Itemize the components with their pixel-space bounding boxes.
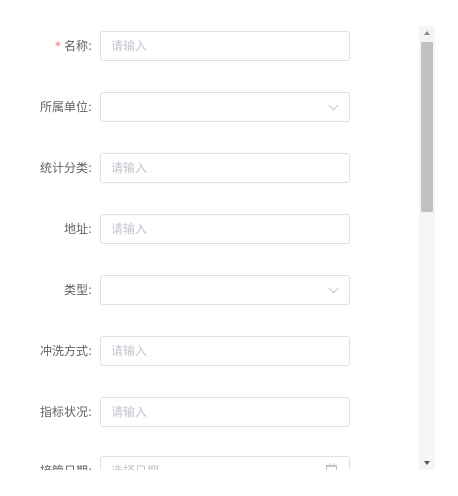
name-label-text: 名称: bbox=[63, 39, 92, 53]
vertical-scrollbar[interactable] bbox=[419, 26, 435, 470]
name-input-placeholder: 请输入 bbox=[111, 39, 148, 53]
indicator-status-input[interactable]: 请输入 bbox=[100, 397, 350, 427]
name-label: * 名称: bbox=[55, 31, 92, 61]
form: * 名称: 请输入 所属单位: 统计分类: 请输入 地址: 请输入 类型: 冲洗… bbox=[0, 0, 420, 470]
address-input[interactable]: 请输入 bbox=[100, 214, 350, 244]
form-row-stat-category: 统计分类: 请输入 bbox=[0, 153, 420, 183]
flush-method-input-placeholder: 请输入 bbox=[111, 344, 148, 358]
form-row-takeover-date: 接管日期: 选择日期 bbox=[0, 456, 420, 470]
form-row-unit: 所属单位: bbox=[0, 92, 420, 122]
type-select[interactable] bbox=[100, 275, 350, 305]
address-label: 地址: bbox=[63, 222, 92, 236]
scroll-down-arrow-icon bbox=[424, 461, 430, 465]
scrollbar-thumb[interactable] bbox=[421, 42, 433, 212]
form-row-name: * 名称: 请输入 bbox=[0, 31, 420, 61]
takeover-date-picker[interactable]: 选择日期 bbox=[100, 456, 350, 470]
takeover-date-placeholder: 选择日期 bbox=[111, 457, 159, 470]
dialog-form-panel: * 名称: 请输入 所属单位: 统计分类: 请输入 地址: 请输入 类型: 冲洗… bbox=[0, 0, 458, 496]
form-row-address: 地址: 请输入 bbox=[0, 214, 420, 244]
flush-method-input[interactable]: 请输入 bbox=[100, 336, 350, 366]
flush-method-label: 冲洗方式: bbox=[39, 344, 92, 358]
indicator-status-label: 指标状况: bbox=[39, 405, 92, 419]
stat-category-input[interactable]: 请输入 bbox=[100, 153, 350, 183]
unit-select[interactable] bbox=[100, 92, 350, 122]
unit-label: 所属单位: bbox=[39, 100, 92, 114]
form-row-flush-method: 冲洗方式: 请输入 bbox=[0, 336, 420, 366]
scroll-down-button[interactable] bbox=[419, 456, 435, 470]
stat-category-input-placeholder: 请输入 bbox=[111, 161, 148, 175]
scroll-up-button[interactable] bbox=[419, 26, 435, 40]
chevron-down-icon[interactable] bbox=[328, 100, 339, 111]
form-row-indicator-status: 指标状况: 请输入 bbox=[0, 397, 420, 427]
form-row-type: 类型: bbox=[0, 275, 420, 305]
type-label: 类型: bbox=[63, 283, 92, 297]
calendar-icon[interactable] bbox=[326, 463, 337, 470]
takeover-date-label: 接管日期: bbox=[40, 456, 92, 470]
address-input-placeholder: 请输入 bbox=[111, 222, 148, 236]
chevron-down-icon[interactable] bbox=[328, 283, 339, 294]
indicator-status-input-placeholder: 请输入 bbox=[111, 405, 148, 419]
scroll-up-arrow-icon bbox=[424, 31, 430, 35]
name-input[interactable]: 请输入 bbox=[100, 31, 350, 61]
required-mark: * bbox=[54, 39, 61, 53]
stat-category-label: 统计分类: bbox=[39, 161, 92, 175]
